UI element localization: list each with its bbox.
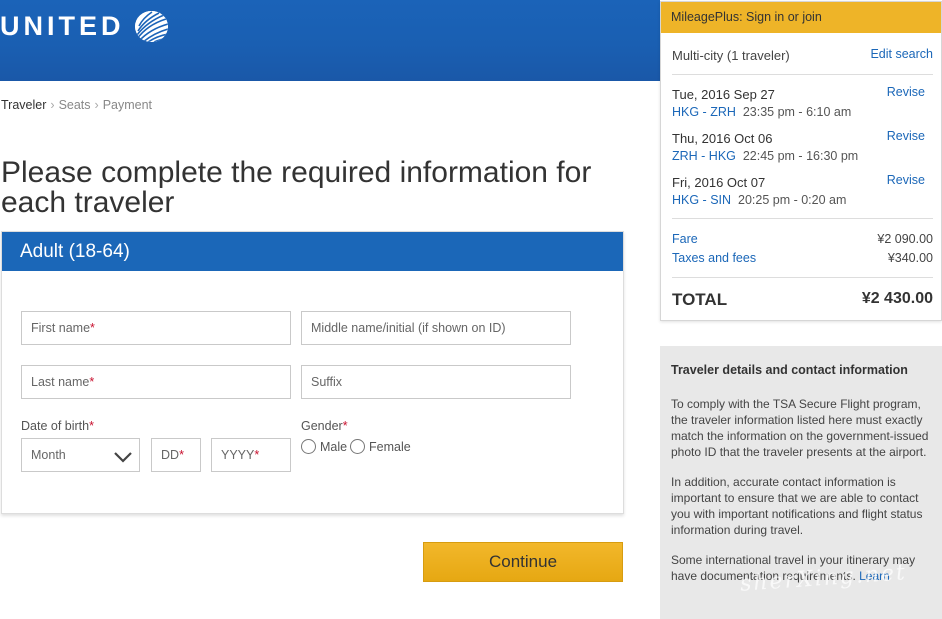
dob-month-select[interactable]: Month — [21, 438, 140, 472]
divider — [672, 277, 933, 278]
info-paragraph: To comply with the TSA Secure Flight pro… — [671, 397, 929, 459]
segment-route: ZRH - HKG 22:45 pm - 16:30 pm — [672, 149, 858, 163]
site-header: UNITED — [0, 0, 660, 81]
breadcrumb-separator: › — [94, 98, 99, 112]
chevron-down-icon — [113, 446, 133, 478]
breadcrumb-traveler: Traveler — [1, 98, 47, 112]
breadcrumb-seats[interactable]: Seats — [59, 98, 91, 112]
traveler-form-card: Adult (18-64) First name* Middle name/in… — [1, 231, 624, 514]
taxes-value: ¥340.00 — [887, 251, 933, 265]
segment-airports[interactable]: HKG - SIN — [672, 193, 731, 207]
fare-value: ¥2 090.00 — [877, 232, 933, 246]
segment-times: 20:25 pm - 0:20 am — [738, 193, 847, 207]
dob-year-input[interactable]: YYYY* — [211, 438, 291, 472]
segment-airports[interactable]: HKG - ZRH — [672, 105, 736, 119]
required-marker: * — [89, 419, 94, 433]
divider — [672, 218, 933, 219]
segment-times: 22:45 pm - 16:30 pm — [742, 149, 859, 163]
gender-label-text: Gender — [301, 419, 343, 433]
required-marker: * — [179, 448, 184, 462]
total-label: TOTAL — [672, 290, 728, 309]
gender-label: Gender* — [301, 419, 348, 433]
segment-date: Fri, 2016 Oct 07 — [672, 175, 766, 190]
gender-female-label[interactable]: Female — [369, 440, 411, 454]
gender-male-radio[interactable] — [301, 439, 316, 454]
edit-search-link[interactable]: Edit search — [870, 47, 933, 61]
revise-link[interactable]: Revise — [887, 129, 925, 143]
dob-label-text: Date of birth — [21, 419, 90, 433]
middle-name-placeholder: Middle name/initial (if shown on ID) — [311, 321, 506, 335]
united-globe-icon — [134, 10, 168, 42]
segment-date: Thu, 2016 Oct 06 — [672, 131, 773, 146]
trip-type: Multi-city (1 traveler) — [672, 48, 790, 63]
middle-name-input[interactable]: Middle name/initial (if shown on ID) — [301, 311, 571, 345]
last-name-placeholder: Last name — [31, 375, 90, 389]
taxes-label[interactable]: Taxes and fees — [672, 251, 756, 265]
dob-year-placeholder: YYYY — [221, 448, 255, 462]
info-title: Traveler details and contact information — [671, 363, 908, 377]
dob-label: Date of birth* — [21, 419, 94, 433]
booking-page: UNITED Traveler › Seats › Payment Please… — [0, 0, 942, 619]
breadcrumb-payment[interactable]: Payment — [103, 98, 152, 112]
segment-date: Tue, 2016 Sep 27 — [672, 87, 775, 102]
total-value: ¥2 430.00 — [861, 290, 933, 307]
required-marker: * — [254, 448, 260, 462]
segment-route: HKG - SIN 20:25 pm - 0:20 am — [672, 193, 846, 207]
dob-day-placeholder: DD — [161, 448, 180, 462]
traveler-section-title: Adult (18-64) — [2, 232, 623, 271]
divider — [672, 74, 933, 75]
dob-month-value: Month — [31, 448, 66, 462]
suffix-input[interactable]: Suffix — [301, 365, 571, 399]
suffix-placeholder: Suffix — [311, 375, 343, 389]
segment-route: HKG - ZRH 23:35 pm - 6:10 am — [672, 105, 851, 119]
page-title: Please complete the required information… — [1, 156, 592, 219]
first-name-input[interactable]: First name* — [21, 311, 291, 345]
breadcrumb: Traveler › Seats › Payment — [1, 98, 152, 112]
revise-link[interactable]: Revise — [887, 85, 925, 99]
last-name-input[interactable]: Last name* — [21, 365, 291, 399]
required-marker: * — [342, 419, 348, 433]
brand-name: UNITED — [0, 10, 125, 41]
info-paragraph: In addition, accurate contact informatio… — [671, 475, 923, 537]
dob-day-input[interactable]: DD* — [151, 438, 201, 472]
fare-label[interactable]: Fare — [672, 232, 698, 246]
gender-male-label[interactable]: Male — [320, 440, 347, 454]
breadcrumb-separator: › — [50, 98, 55, 112]
gender-female-radio[interactable] — [350, 439, 365, 454]
required-marker: * — [90, 321, 95, 335]
mileageplus-signin-link[interactable]: MileagePlus: Sign in or join — [661, 2, 941, 33]
revise-link[interactable]: Revise — [887, 173, 925, 187]
first-name-placeholder: First name — [31, 321, 91, 335]
segment-airports[interactable]: ZRH - HKG — [672, 149, 736, 163]
united-logo[interactable]: UNITED — [0, 10, 168, 42]
trip-summary-panel: MileagePlus: Sign in or join Multi-city … — [660, 1, 942, 321]
required-marker: * — [89, 375, 95, 389]
continue-button[interactable]: Continue — [423, 542, 623, 582]
segment-times: 23:35 pm - 6:10 am — [742, 105, 852, 119]
